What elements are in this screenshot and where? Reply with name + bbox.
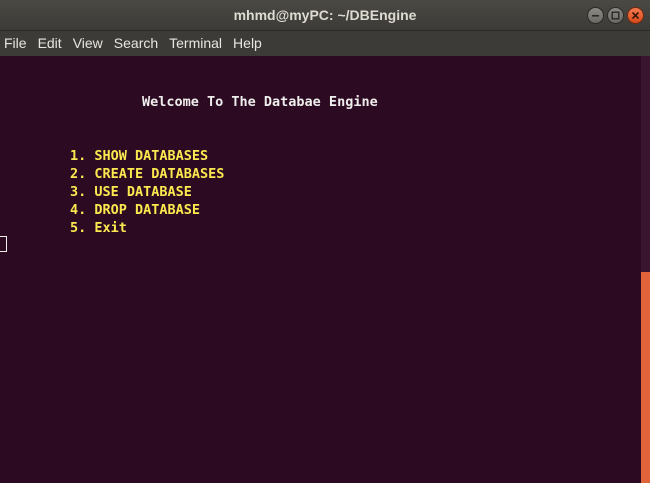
menu-bar: File Edit View Search Terminal Help bbox=[0, 31, 650, 56]
welcome-message: Welcome To The Databae Engine bbox=[142, 94, 378, 110]
menu-option-exit: 5. Exit bbox=[70, 220, 127, 236]
minimize-icon bbox=[592, 15, 599, 17]
maximize-button[interactable] bbox=[607, 7, 624, 24]
maximize-icon bbox=[611, 11, 620, 20]
close-button[interactable] bbox=[627, 7, 644, 24]
menu-option-use-database: 3. USE DATABASE bbox=[70, 184, 192, 200]
title-bar[interactable]: mhmd@myPC: ~/DBEngine bbox=[0, 0, 650, 31]
menu-search[interactable]: Search bbox=[114, 31, 158, 56]
window-controls bbox=[587, 7, 644, 25]
window-title: mhmd@myPC: ~/DBEngine bbox=[233, 7, 417, 23]
menu-option-drop-database: 4. DROP DATABASE bbox=[70, 202, 201, 218]
menu-option-show-databases: 1. SHOW DATABASES bbox=[70, 148, 209, 164]
scrollbar[interactable] bbox=[641, 56, 650, 483]
menu-file[interactable]: File bbox=[4, 31, 27, 56]
menu-view[interactable]: View bbox=[73, 31, 103, 56]
terminal-window: mhmd@myPC: ~/DBEngine File Edit View Sea… bbox=[0, 0, 650, 483]
menu-terminal[interactable]: Terminal bbox=[169, 31, 222, 56]
minimize-button[interactable] bbox=[587, 7, 604, 24]
menu-help[interactable]: Help bbox=[233, 31, 262, 56]
menu-option-create-databases: 2. CREATE DATABASES bbox=[70, 166, 225, 182]
terminal-output[interactable]: Welcome To The Databae Engine 1. SHOW DA… bbox=[0, 56, 641, 483]
scrollbar-track[interactable] bbox=[641, 56, 650, 272]
menu-edit[interactable]: Edit bbox=[38, 31, 62, 56]
scrollbar-thumb[interactable] bbox=[641, 272, 650, 483]
text-cursor bbox=[0, 236, 7, 252]
close-icon bbox=[631, 11, 640, 20]
